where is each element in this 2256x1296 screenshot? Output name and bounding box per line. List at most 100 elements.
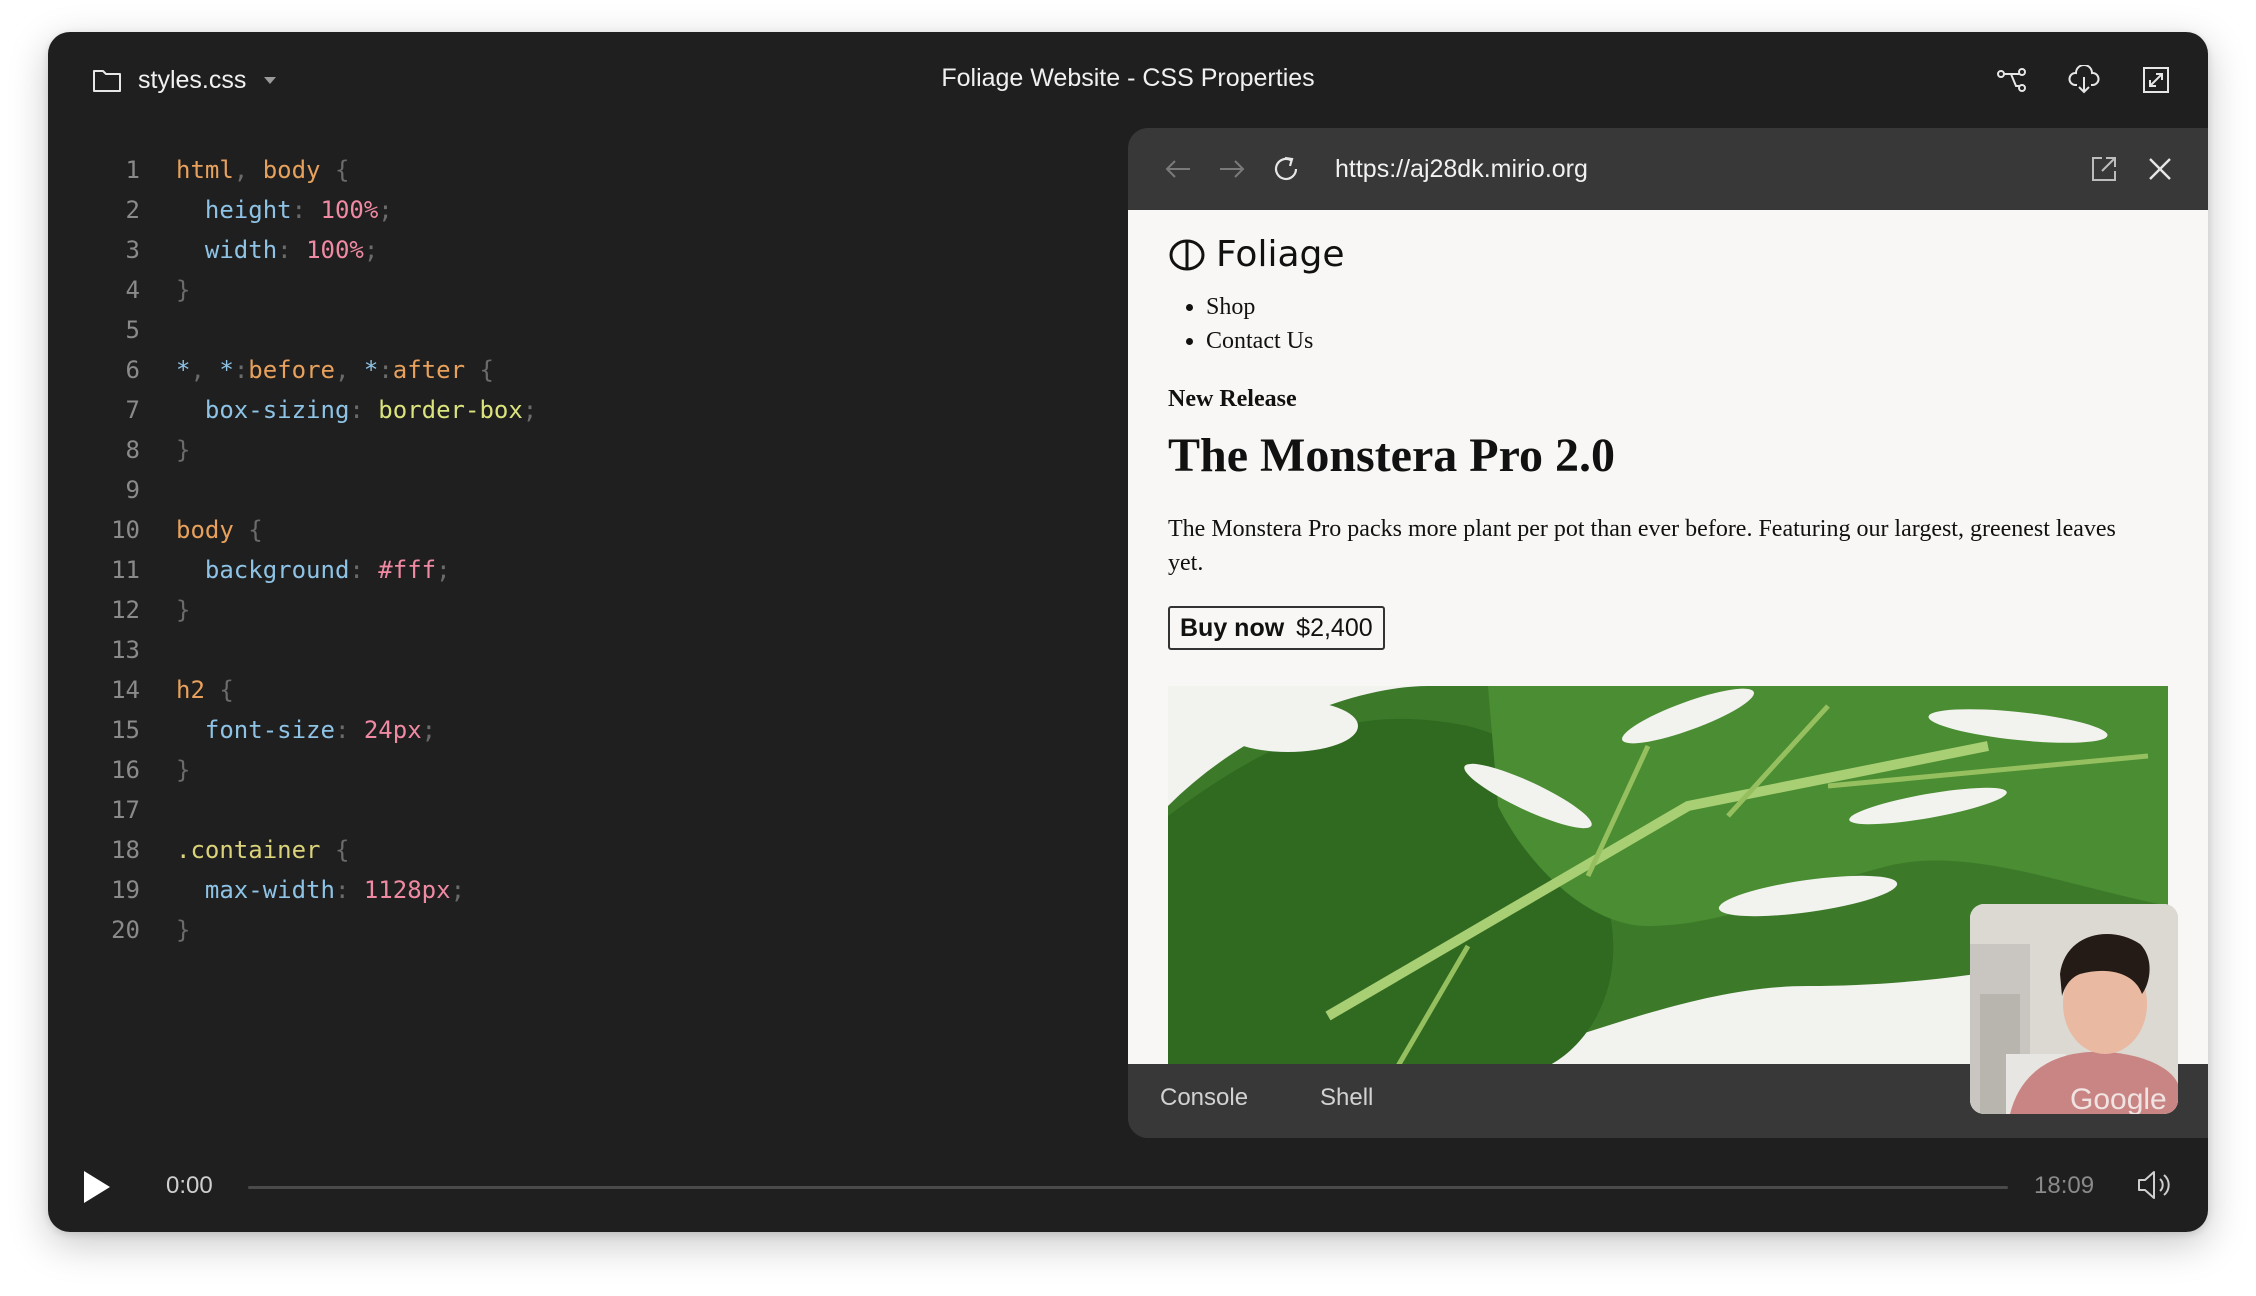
code-token: { [320, 156, 350, 184]
share-nodes-icon[interactable] [1994, 62, 2030, 98]
code-line[interactable]: 4} [48, 270, 1128, 310]
url-bar[interactable]: https://aj28dk.mirio.org [1335, 150, 1588, 188]
code-text: box-sizing: border-box; [176, 390, 537, 430]
arrow-left-icon[interactable] [1160, 151, 1196, 187]
line-number: 9 [125, 476, 140, 504]
progress-track[interactable] [248, 1186, 2008, 1189]
code-line[interactable]: 19 max-width: 1128px; [48, 870, 1128, 910]
code-token: ; [378, 196, 393, 224]
code-line[interactable]: 17 [48, 790, 1128, 830]
code-text: height: 100%; [176, 190, 393, 230]
line-number: 3 [125, 236, 140, 264]
close-icon[interactable] [2142, 151, 2178, 187]
code-editor[interactable]: 1 html, body {2 height: 100%; 3 width: 100… [48, 150, 1128, 950]
buy-now-button[interactable]: Buy now $2,400 [1168, 606, 1385, 650]
price: $2,400 [1296, 613, 1373, 642]
code-token: 100% [306, 236, 364, 264]
code-token: border-box [378, 396, 523, 424]
line-number: 8 [125, 436, 140, 464]
code-token: } [176, 276, 191, 304]
code-token: font-size [176, 716, 335, 744]
nav-link-shop[interactable]: Shop [1206, 290, 1313, 324]
code-token: } [176, 916, 191, 944]
code-line[interactable]: 12} [48, 590, 1128, 630]
code-token: 1128px [363, 876, 451, 904]
code-token: { [204, 676, 234, 704]
line-number: 19 [111, 876, 140, 904]
code-text: width: 100%; [176, 230, 378, 270]
code-token: * [363, 356, 379, 384]
code-token: { [320, 836, 350, 864]
code-line[interactable]: 18 .container { [48, 830, 1128, 870]
player-window: styles.css Foliage Website - CSS Propert… [48, 32, 2208, 1232]
code-token: body [262, 156, 321, 184]
code-line[interactable]: 20} [48, 910, 1128, 950]
play-icon[interactable] [84, 1171, 110, 1203]
file-selector[interactable]: styles.css [92, 62, 277, 98]
volume-icon[interactable] [2136, 1168, 2174, 1207]
arrow-right-icon[interactable] [1214, 151, 1250, 187]
window-title: Foliage Website - CSS Properties [941, 64, 1315, 92]
code-text: .container { [176, 830, 349, 870]
code-text: html, body { [176, 150, 349, 190]
code-token: * [219, 356, 234, 384]
code-line[interactable]: 6 *, *:before, *:after { [48, 350, 1128, 390]
reload-icon[interactable] [1268, 151, 1304, 187]
code-line[interactable]: 3 width: 100%; [48, 230, 1128, 270]
code-token: html [176, 156, 234, 184]
total-time: 18:09 [2034, 1172, 2095, 1199]
cloud-download-icon[interactable] [2066, 62, 2102, 98]
code-token: body [176, 516, 234, 544]
code-line[interactable]: 2 height: 100%; [48, 190, 1128, 230]
tab-console[interactable]: Console [1160, 1084, 1248, 1112]
code-token: 24px [363, 716, 422, 744]
code-token: : [378, 356, 393, 384]
code-line[interactable]: 13 [48, 630, 1128, 670]
code-token: #fff [378, 556, 437, 584]
line-number: 2 [125, 196, 140, 224]
code-token: : [349, 556, 379, 584]
code-text: } [176, 430, 190, 470]
code-line[interactable]: 10 body { [48, 510, 1128, 550]
code-text: font-size: 24px; [176, 710, 436, 750]
code-token: : [334, 716, 364, 744]
external-link-icon[interactable] [2086, 151, 2122, 187]
site-nav: Shop Contact Us [1168, 290, 1313, 358]
code-token: : [291, 196, 321, 224]
line-number: 16 [111, 756, 140, 784]
nav-link-contact[interactable]: Contact Us [1206, 324, 1313, 358]
code-token: ; [363, 236, 379, 264]
product-description: The Monstera Pro packs more plant per po… [1168, 516, 2116, 576]
code-token: } [176, 596, 191, 624]
foliage-logo-icon [1169, 239, 1205, 270]
code-token: height [176, 196, 292, 224]
line-number: 1 [125, 156, 140, 184]
folder-icon [92, 67, 122, 93]
line-number: 10 [111, 516, 140, 544]
code-token: max-width [176, 876, 335, 904]
code-line[interactable]: 1 html, body { [48, 150, 1128, 190]
code-line[interactable]: 15 font-size: 24px; [48, 710, 1128, 750]
line-number: 13 [111, 636, 140, 664]
expand-icon[interactable] [2138, 62, 2174, 98]
code-line[interactable]: 11 background: #fff; [48, 550, 1128, 590]
code-token: 100% [320, 196, 379, 224]
playback-bar: 0:00 18:09 [48, 1138, 2208, 1232]
code-line[interactable]: 8} [48, 430, 1128, 470]
tab-shell[interactable]: Shell [1320, 1084, 1373, 1112]
code-line[interactable]: 16} [48, 750, 1128, 790]
code-text: h2 { [176, 670, 234, 710]
line-number: 12 [111, 596, 140, 624]
code-token: : [334, 876, 364, 904]
code-token: width [176, 236, 278, 264]
code-line[interactable]: 9 [48, 470, 1128, 510]
code-text: } [176, 750, 190, 790]
code-line[interactable]: 7 box-sizing: border-box; [48, 390, 1128, 430]
code-line[interactable]: 14 h2 { [48, 670, 1128, 710]
code-line[interactable]: 5 [48, 310, 1128, 350]
code-token: before [248, 356, 335, 384]
site-logo[interactable]: Foliage [1168, 234, 1345, 275]
chevron-down-icon[interactable] [264, 76, 277, 84]
line-number: 6 [125, 356, 140, 384]
line-number: 14 [111, 676, 140, 704]
